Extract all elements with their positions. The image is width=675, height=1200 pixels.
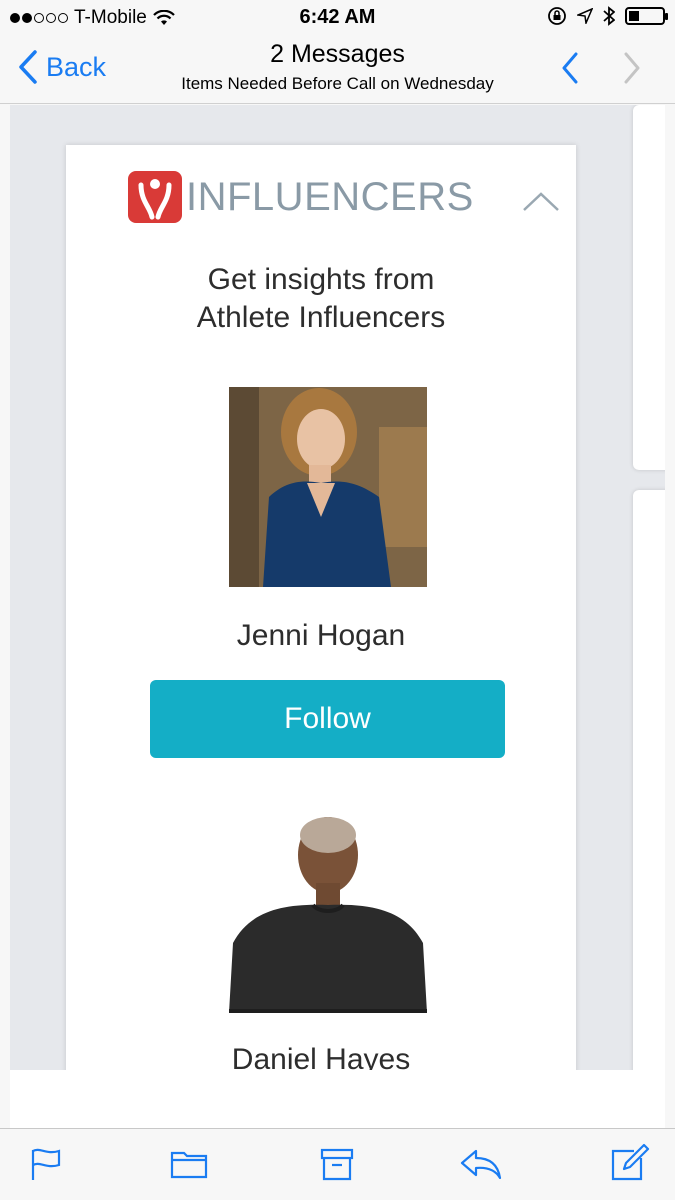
compose-button[interactable] (610, 1143, 650, 1186)
influencers-logo: INFLUENCERS (128, 171, 474, 223)
archive-icon (320, 1148, 354, 1181)
chevron-up-icon (523, 192, 559, 211)
headline: Get insights from Athlete Influencers (196, 263, 446, 334)
compose-icon (611, 1143, 650, 1181)
influencer-photo[interactable] (229, 813, 427, 1013)
move-folder-button[interactable] (170, 1149, 208, 1184)
chevron-up-icon (562, 52, 578, 84)
status-bar: T-Mobile 6:42 AM (0, 0, 675, 34)
archive-button[interactable] (320, 1147, 354, 1186)
nav-bar: Back 2 Messages Items Needed Before Call… (0, 34, 675, 104)
bottom-toolbar (0, 1128, 675, 1200)
influencer-name: Daniel Hayes (231, 1043, 411, 1070)
rotation-lock-icon (548, 7, 566, 25)
bluetooth-icon (603, 6, 615, 26)
location-icon (577, 8, 593, 24)
reply-button[interactable] (460, 1149, 502, 1184)
brand-name: INFLUENCERS (186, 174, 474, 219)
email-body[interactable]: INFLUENCERS Get insights from Athlete In… (10, 105, 665, 1070)
battery-icon (625, 7, 668, 25)
next-message-button[interactable] (622, 52, 642, 89)
collapse-button[interactable] (522, 191, 560, 218)
previous-message-button[interactable] (560, 52, 580, 89)
follow-button[interactable]: Follow (150, 680, 505, 758)
influencer-photo[interactable] (229, 387, 427, 587)
chevron-down-icon (624, 52, 640, 84)
flag-button[interactable] (30, 1147, 62, 1186)
influencers-card: INFLUENCERS Get insights from Athlete In… (66, 145, 576, 1070)
folder-icon (170, 1151, 208, 1179)
influencer-name: Jenni Hogan (236, 619, 406, 652)
reply-icon (460, 1149, 502, 1180)
flag-icon (31, 1148, 61, 1180)
side-panel (633, 490, 665, 1070)
content-bottom (10, 1070, 665, 1128)
status-right (547, 6, 668, 26)
brand-logo-icon (128, 171, 182, 223)
side-panel (633, 105, 665, 470)
